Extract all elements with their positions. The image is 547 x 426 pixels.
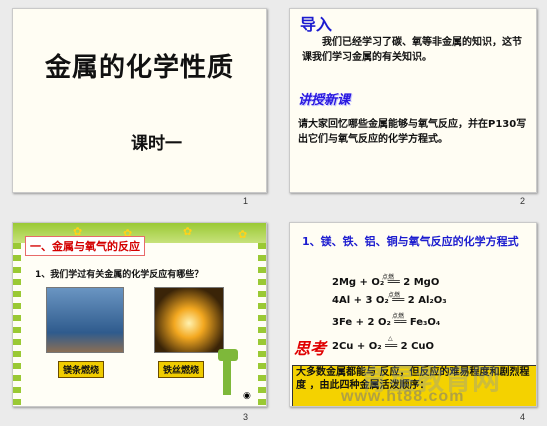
section-heading: 一、金属与氧气的反应	[25, 236, 145, 256]
watermark-url: www.ht88.com	[341, 388, 465, 405]
slide-number: 1	[243, 196, 249, 206]
slide-number: 2	[520, 196, 526, 206]
decorative-vine	[13, 243, 21, 406]
slide-number: 4	[520, 412, 526, 422]
flower-icon: ✿	[183, 225, 193, 238]
decorative-post	[223, 355, 231, 395]
intro-text: 我们已经学习了碳、氧等非金属的知识，这节课我们学习金属的有关知识。	[302, 37, 522, 63]
equations-heading: 1、镁、铁、铝、铜与氧气反应的化学方程式	[302, 235, 519, 248]
flower-icon: ✿	[238, 228, 248, 241]
slide-number: 3	[243, 412, 249, 422]
photo-label: 铁丝燃烧	[158, 361, 205, 378]
intro-heading: 导入	[300, 15, 333, 34]
decorative-vine	[258, 243, 266, 406]
magnesium-burning-photo	[46, 287, 124, 353]
decorative-sign	[218, 349, 238, 361]
equation-al: 4Al + 3 O₂ ══ 2 Al₂O₃	[332, 295, 447, 306]
slide-title: 金属的化学性质	[44, 53, 234, 83]
slide-3-thumbnail[interactable]: ✿ ✿ ✿ ✿ 一、金属与氧气的反应 1、我们学过有关金属的化学反应有哪些？ 镁…	[12, 222, 267, 407]
iron-burning-photo	[154, 287, 224, 353]
think-label: 思考	[294, 339, 327, 358]
new-lesson-heading: 讲授新课	[298, 93, 351, 108]
question-text: 1、我们学过有关金属的化学反应有哪些？	[35, 270, 204, 280]
slide-subtitle: 课时一	[131, 134, 182, 154]
photo-label: 镁条燃烧	[58, 361, 105, 378]
speaker-icon[interactable]: ◉	[243, 391, 251, 401]
equation-fe: 3Fe + 2 O₂ ══ Fe₃O₄	[332, 317, 441, 328]
equation-cu: 2Cu + O₂ ══ 2 CuO	[332, 341, 435, 352]
slide-2-thumbnail[interactable]: 导入 我们已经学习了碳、氧等非金属的知识，这节课我们学习金属的有关知识。 讲授新…	[289, 8, 537, 193]
new-lesson-text: 请大家回忆哪些金属能够与氧气反应，并在P130写出它们与氧气反应的化学方程式。	[298, 119, 527, 145]
equation-mg: 2Mg + O₂ ══ 2 MgO	[332, 277, 440, 288]
slide-1-thumbnail[interactable]: 金属的化学性质 课时一	[12, 8, 267, 193]
